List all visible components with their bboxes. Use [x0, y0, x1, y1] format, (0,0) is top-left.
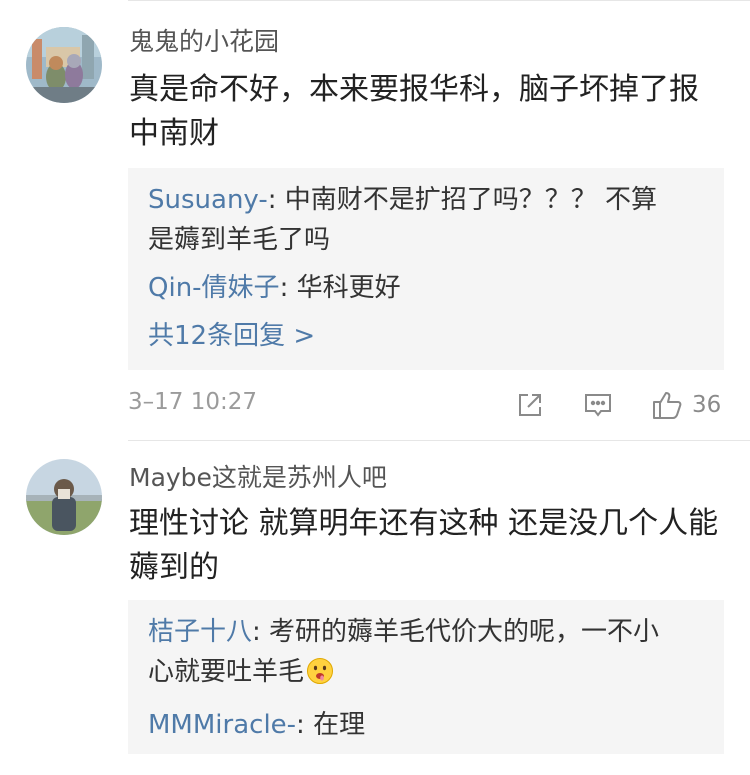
comment-item: 鬼鬼的小花园 真是命不好，本来要报华科，脑子坏掉了报 中南财 Susuany-:…	[0, 0, 750, 440]
reply-text: 是薅到羊毛了吗	[148, 225, 331, 255]
like-count: 36	[692, 392, 722, 418]
reply-item[interactable]: 桔子十八: 考研的薅羊毛代价大的呢，一不小 心就要吐羊毛	[148, 612, 704, 697]
reply-item[interactable]: Susuany-: 中南财不是扩招了吗？？？ 不算 是薅到羊毛了吗	[148, 180, 704, 260]
reply-username[interactable]: 桔子十八	[148, 617, 252, 647]
reply-item[interactable]: MMMiracle-: 在理	[148, 705, 704, 745]
comment-username[interactable]: Maybe这就是苏州人吧	[129, 463, 387, 493]
comment-content: 真是命不好，本来要报华科，脑子坏掉了报 中南财	[129, 68, 719, 156]
like-button[interactable]: 36	[652, 385, 721, 425]
avatar[interactable]	[26, 459, 102, 535]
comment-content: 理性讨论 就算明年还有这种 还是没几个人能 薅到的	[129, 502, 719, 590]
comment-username[interactable]: 鬼鬼的小花园	[129, 27, 279, 57]
reply-username[interactable]: Susuany-	[148, 185, 268, 215]
reply-username[interactable]: MMMiracle-	[148, 710, 296, 740]
comment-meta: 3–17 10:27 36	[128, 385, 728, 425]
comment-content-line: 薅到的	[129, 550, 219, 585]
thumbs-up-icon	[653, 392, 682, 419]
comment-item: Maybe这就是苏州人吧 理性讨论 就算明年还有这种 还是没几个人能 薅到的 桔…	[0, 441, 750, 775]
reply-text: : 中南财不是扩招了吗？？？ 不算	[267, 185, 658, 215]
share-icon	[519, 394, 541, 416]
share-button[interactable]	[516, 385, 544, 425]
comment-icon	[585, 394, 611, 417]
drooling-face-emoji	[306, 657, 334, 697]
more-replies-link[interactable]: 共12条回复 >	[148, 316, 704, 356]
avatar[interactable]	[26, 27, 102, 103]
comment-time: 3–17 10:27	[128, 389, 257, 415]
reply-text: : 华科更好	[279, 273, 401, 303]
reply-text: : 考研的薅羊毛代价大的呢，一不小	[252, 617, 660, 647]
comment-content-line: 理性讨论 就算明年还有这种 还是没几个人能	[129, 506, 719, 541]
reply-box[interactable]: Susuany-: 中南财不是扩招了吗？？？ 不算 是薅到羊毛了吗 Qin-倩妹…	[128, 168, 724, 370]
comment-button[interactable]	[583, 385, 613, 425]
comment-content-line: 中南财	[129, 116, 219, 151]
reply-item[interactable]: Qin-倩妹子: 华科更好	[148, 268, 704, 308]
comment-content-line: 真是命不好，本来要报华科，脑子坏掉了报	[129, 72, 699, 107]
reply-box[interactable]: 桔子十八: 考研的薅羊毛代价大的呢，一不小 心就要吐羊毛 MMMiracle-:…	[128, 600, 724, 754]
reply-text: 心就要吐羊毛	[148, 657, 305, 687]
reply-username[interactable]: Qin-倩妹子	[148, 273, 280, 303]
reply-text: : 在理	[296, 710, 366, 740]
